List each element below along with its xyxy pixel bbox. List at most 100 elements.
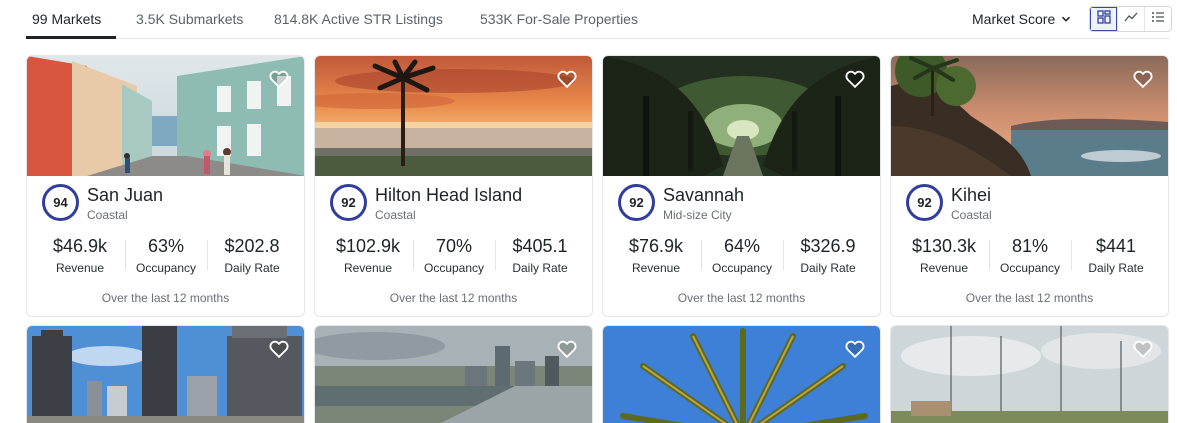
stats-period-note: Over the last 12 months xyxy=(101,291,230,305)
trend-chart-icon xyxy=(1124,10,1138,29)
occupancy-value: 63% xyxy=(147,236,185,256)
market-name: Savannah xyxy=(663,185,745,205)
daily-rate-stat: $202.8 Daily Rate xyxy=(209,236,295,275)
daily-rate-stat: $441 Daily Rate xyxy=(1073,236,1159,275)
market-score-badge: 92 xyxy=(330,184,367,221)
revenue-stat: $46.9k Revenue xyxy=(37,236,123,275)
occupancy-stat: 70% Occupancy xyxy=(411,236,497,275)
revenue-label: Revenue xyxy=(919,261,969,275)
occupancy-value: 70% xyxy=(435,236,473,256)
market-type: Coastal xyxy=(375,208,416,222)
market-photo xyxy=(603,326,880,423)
market-card[interactable]: 92 Hilton Head Island Coastal $102.9k Rev… xyxy=(314,55,593,317)
market-photo xyxy=(27,326,304,423)
market-stats: $130.3k Revenue 81% Occupancy $441 Daily Ra… xyxy=(901,236,1159,276)
favorite-heart-icon[interactable] xyxy=(268,68,290,90)
market-score: 92 xyxy=(341,195,356,210)
market-name: Kihei xyxy=(951,185,992,205)
revenue-label: Revenue xyxy=(631,261,681,275)
tab-markets[interactable]: 99 Markets xyxy=(32,11,101,27)
market-score: 92 xyxy=(917,195,932,210)
market-card[interactable] xyxy=(314,325,593,423)
stat-divider xyxy=(783,240,784,270)
revenue-stat: $102.9k Revenue xyxy=(325,236,411,275)
revenue-stat: $76.9k Revenue xyxy=(613,236,699,275)
stats-period-note: Over the last 12 months xyxy=(677,291,806,305)
market-card[interactable]: 92 Savannah Mid-size City $76.9k Revenue … xyxy=(602,55,881,317)
stat-divider xyxy=(495,240,496,270)
stats-period-note: Over the last 12 months xyxy=(389,291,518,305)
occupancy-label: Occupancy xyxy=(135,261,197,275)
revenue-value: $102.9k xyxy=(335,236,401,256)
daily-rate-stat: $326.9 Daily Rate xyxy=(785,236,871,275)
market-type: Mid-size City xyxy=(663,208,732,222)
daily-rate-stat: $405.1 Daily Rate xyxy=(497,236,583,275)
market-photo xyxy=(603,56,880,176)
market-photo xyxy=(891,326,1168,423)
favorite-heart-icon[interactable] xyxy=(1132,68,1154,90)
daily-rate-label: Daily Rate xyxy=(512,261,568,275)
market-card[interactable] xyxy=(890,325,1169,423)
market-score-badge: 92 xyxy=(618,184,655,221)
favorite-heart-icon[interactable] xyxy=(844,68,866,90)
stats-period-note: Over the last 12 months xyxy=(965,291,1094,305)
grid-icon xyxy=(1096,9,1111,29)
occupancy-stat: 63% Occupancy xyxy=(123,236,209,275)
tab-for-sale-properties[interactable]: 533K For-Sale Properties xyxy=(480,11,638,27)
market-score: 94 xyxy=(53,195,68,210)
market-stats: $46.9k Revenue 63% Occupancy $202.8 Daily R… xyxy=(37,236,295,276)
occupancy-stat: 64% Occupancy xyxy=(699,236,785,275)
daily-rate-label: Daily Rate xyxy=(800,261,856,275)
stat-divider xyxy=(1071,240,1072,270)
occupancy-value: 64% xyxy=(723,236,761,256)
chart-view-button[interactable] xyxy=(1117,7,1144,31)
active-tab-indicator xyxy=(26,36,116,39)
occupancy-label: Occupancy xyxy=(711,261,773,275)
daily-rate-value: $405.1 xyxy=(512,236,568,256)
daily-rate-label: Daily Rate xyxy=(1088,261,1144,275)
view-toggle-group xyxy=(1089,6,1172,32)
favorite-heart-icon[interactable] xyxy=(268,338,290,360)
occupancy-value: 81% xyxy=(1011,236,1049,256)
sort-label: Market Score xyxy=(972,11,1056,27)
favorite-heart-icon[interactable] xyxy=(556,68,578,90)
market-card[interactable]: 94 San Juan Coastal $46.9k Revenue 63% Occ… xyxy=(26,55,305,317)
grid-view-button[interactable] xyxy=(1090,7,1117,31)
revenue-stat: $130.3k Revenue xyxy=(901,236,987,275)
favorite-heart-icon[interactable] xyxy=(844,338,866,360)
market-photo xyxy=(891,56,1168,176)
revenue-label: Revenue xyxy=(55,261,105,275)
market-name: San Juan xyxy=(87,185,164,205)
market-name: Hilton Head Island xyxy=(375,185,523,205)
tab-active-str-listings[interactable]: 814.8K Active STR Listings xyxy=(274,11,443,27)
favorite-heart-icon[interactable] xyxy=(1132,338,1154,360)
favorite-heart-icon[interactable] xyxy=(556,338,578,360)
market-type: Coastal xyxy=(951,208,992,222)
tab-submarkets[interactable]: 3.5K Submarkets xyxy=(136,11,243,27)
market-score-badge: 94 xyxy=(42,184,79,221)
revenue-value: $46.9k xyxy=(52,236,108,256)
revenue-value: $130.3k xyxy=(911,236,977,256)
market-score: 92 xyxy=(629,195,644,210)
chevron-down-icon xyxy=(1061,11,1071,27)
market-type: Coastal xyxy=(87,208,128,222)
revenue-value: $76.9k xyxy=(628,236,684,256)
stat-divider xyxy=(207,240,208,270)
daily-rate-value: $441 xyxy=(1095,236,1137,256)
market-card[interactable]: 92 Kihei Coastal $130.3k Revenue 81% Occup… xyxy=(890,55,1169,317)
daily-rate-value: $326.9 xyxy=(800,236,856,256)
market-photo xyxy=(315,56,592,176)
market-stats: $76.9k Revenue 64% Occupancy $326.9 Daily R… xyxy=(613,236,871,276)
list-view-button[interactable] xyxy=(1144,7,1171,31)
occupancy-label: Occupancy xyxy=(999,261,1061,275)
market-card[interactable] xyxy=(26,325,305,423)
market-score-badge: 92 xyxy=(906,184,943,221)
daily-rate-value: $202.8 xyxy=(224,236,280,256)
list-icon xyxy=(1151,10,1165,29)
daily-rate-label: Daily Rate xyxy=(224,261,280,275)
occupancy-stat: 81% Occupancy xyxy=(987,236,1073,275)
market-stats: $102.9k Revenue 70% Occupancy $405.1 Daily … xyxy=(325,236,583,276)
market-photo xyxy=(27,56,304,176)
market-card[interactable] xyxy=(602,325,881,423)
sort-dropdown[interactable]: Market Score xyxy=(972,11,1071,27)
